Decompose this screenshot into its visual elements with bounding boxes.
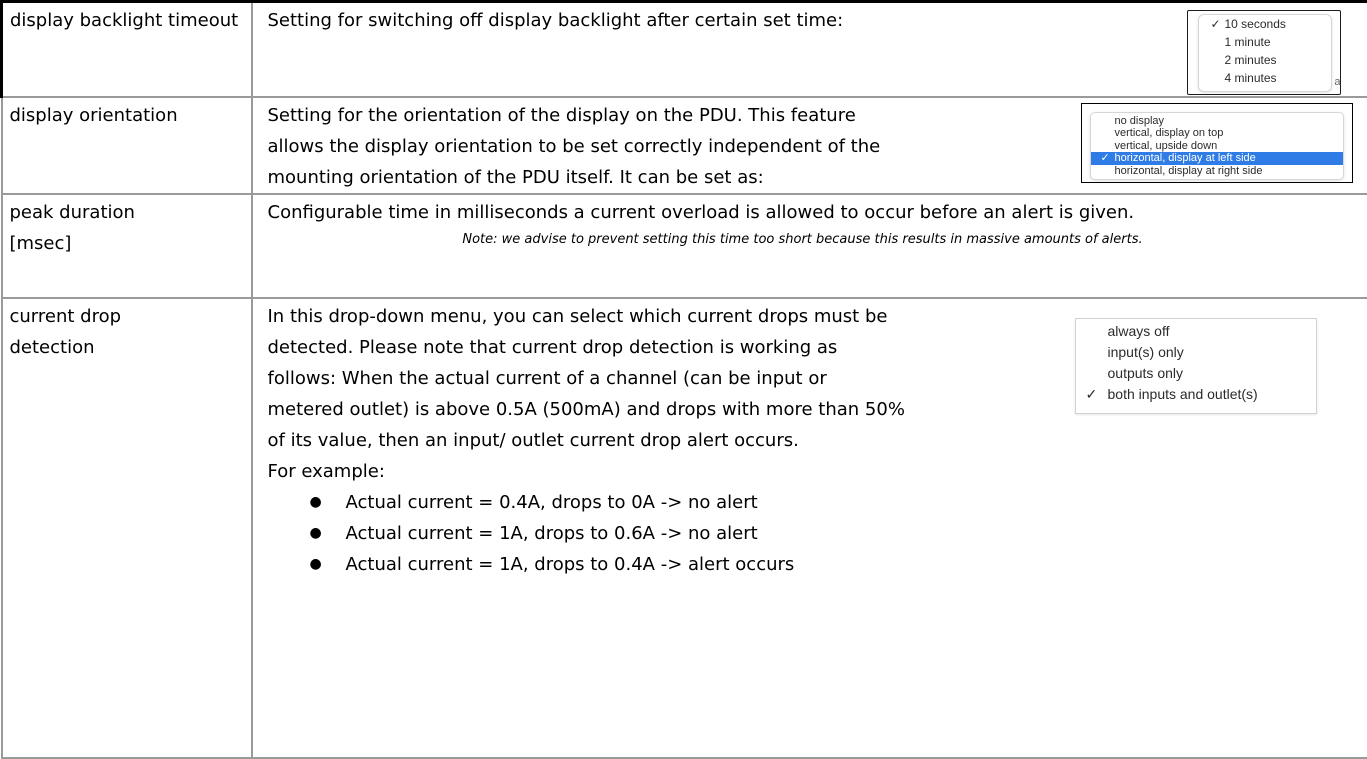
list-item: ● Actual current = 1A, drops to 0.4A -> … [308,549,1367,580]
dropdown-list: no display vertical, display on top vert… [1090,112,1344,180]
menu-item-label: outputs only [1108,365,1184,381]
table-row: display backlight timeout Setting for sw… [2,2,1367,97]
setting-name-cell: display backlight timeout [2,2,252,97]
checkmark-icon: ✓ [1086,384,1098,405]
menu-item-label: vertical, upside down [1115,140,1218,152]
menu-item-label: always off [1108,323,1170,339]
description-line: follows: When the actual current of a ch… [268,363,1088,394]
list-item-text: Actual current = 1A, drops to 0.6A -> no… [346,523,758,544]
setting-description-cell: Configurable time in milliseconds a curr… [252,194,1367,298]
list-item-text: Actual current = 1A, drops to 0.4A -> al… [346,554,795,575]
description-line: metered outlet) is above 0.5A (500mA) an… [268,394,1088,425]
backlight-timeout-menu-image: ✓ 10 seconds 1 minute 2 minutes 4 minute… [1187,10,1341,95]
display-orientation-menu-image: no display vertical, display on top vert… [1081,103,1353,183]
setting-name-cell: current drop detection [2,298,252,758]
menu-item: outputs only [1076,363,1316,384]
setting-name-cell: display orientation [2,97,252,194]
dropdown-list: ✓ 10 seconds 1 minute 2 minutes 4 minute… [1198,14,1332,92]
table-row: peak duration [msec] Configurable time i… [2,194,1367,298]
bullet-icon: ● [310,549,322,580]
list-item: ● Actual current = 1A, drops to 0.6A -> … [308,518,1367,549]
description-line: For example: [268,456,1088,487]
checkmark-icon: ✓ [1101,152,1110,165]
list-item: ● Actual current = 0.4A, drops to 0A -> … [308,487,1367,518]
advisory-note: Note: we advise to prevent setting this … [268,230,1367,250]
setting-description-cell: Setting for switching off display backli… [252,2,1367,97]
menu-item: no display [1091,115,1343,128]
settings-table: display backlight timeout Setting for sw… [0,0,1367,759]
checkmark-icon: ✓ [1211,15,1221,33]
menu-item: always off [1076,321,1316,342]
setting-name-line: current drop [10,301,251,332]
setting-description: Configurable time in milliseconds a curr… [268,197,1367,228]
menu-item: 2 minutes [1199,51,1331,69]
bullet-icon: ● [310,518,322,549]
menu-item-label: 1 minute [1225,35,1271,49]
description-line: of its value, then an input/ outlet curr… [268,425,1088,456]
bullet-icon: ● [310,487,322,518]
table-row: display orientation Setting for the orie… [2,97,1367,194]
setting-name-line: [msec] [10,228,251,259]
menu-item-selected: ✓ horizontal, display at left side [1091,152,1343,165]
setting-description-cell: In this drop-down menu, you can select w… [252,298,1367,758]
menu-item: vertical, upside down [1091,140,1343,153]
menu-item: ✓ both inputs and outlet(s) [1076,384,1316,405]
menu-item-label: 10 seconds [1225,17,1286,31]
setting-name-line: detection [10,332,251,363]
menu-item-label: input(s) only [1108,344,1184,360]
menu-item: 1 minute [1199,33,1331,51]
setting-name: display backlight timeout [10,10,238,31]
setting-description-cell: Setting for the orientation of the displ… [252,97,1367,194]
menu-item-label: 2 minutes [1225,53,1277,67]
cropped-edge-glyph: a [1334,67,1340,98]
menu-item-label: no display [1115,115,1165,127]
setting-name-cell: peak duration [msec] [2,194,252,298]
menu-item: horizontal, display at right side [1091,165,1343,178]
table-row: current drop detection In this drop-down… [2,298,1367,758]
menu-item: ✓ 10 seconds [1199,15,1331,33]
setting-name-line: peak duration [10,197,251,228]
menu-item: input(s) only [1076,342,1316,363]
menu-item: vertical, display on top [1091,127,1343,140]
description-block: In this drop-down menu, you can select w… [268,301,1088,487]
setting-description: Setting for switching off display backli… [268,10,844,31]
menu-item-label: horizontal, display at right side [1115,165,1263,177]
setting-name: display orientation [10,105,178,126]
list-item-text: Actual current = 0.4A, drops to 0A -> no… [346,492,758,513]
example-list: ● Actual current = 0.4A, drops to 0A -> … [268,487,1367,580]
menu-item: 4 minutes [1199,69,1331,87]
menu-item-label: 4 minutes [1225,71,1277,85]
description-line: In this drop-down menu, you can select w… [268,301,1088,332]
description-line: detected. Please note that current drop … [268,332,1088,363]
menu-item-label: vertical, display on top [1115,127,1224,139]
menu-item-label: horizontal, display at left side [1115,152,1256,164]
menu-item-label: both inputs and outlet(s) [1108,386,1258,402]
current-drop-menu-image: always off input(s) only outputs only ✓ … [1075,318,1317,414]
